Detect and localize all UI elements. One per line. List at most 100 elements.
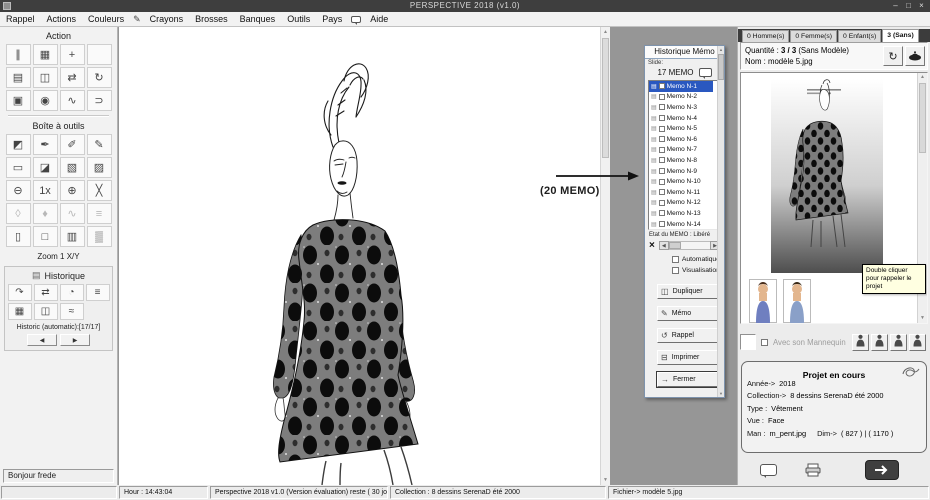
zoom-cancel-tool[interactable]: ╳ — [87, 180, 112, 201]
mannequin-front-button[interactable] — [852, 334, 869, 351]
memo-item-9[interactable]: ▤Memo N-9 — [649, 166, 713, 177]
menu-outils[interactable]: Outils — [281, 12, 316, 26]
pose-thumbnail-2[interactable] — [783, 279, 811, 323]
speech-bubble-icon[interactable] — [699, 68, 712, 77]
menu-banques[interactable]: Banques — [234, 12, 282, 26]
printer-icon[interactable] — [805, 463, 821, 477]
select-tool[interactable]: ◩ — [6, 134, 31, 155]
menu-aide[interactable]: Aide — [364, 12, 394, 26]
history-prev-button[interactable]: ◀ — [27, 334, 57, 346]
memo-item-checkbox[interactable] — [659, 157, 665, 163]
minimize-button[interactable]: – — [889, 0, 902, 12]
memo-item-13[interactable]: ▤Memo N-13 — [649, 208, 713, 219]
crop-tool[interactable]: ▣ — [6, 90, 31, 111]
memo-item-checkbox[interactable] — [659, 83, 665, 89]
marker-tool[interactable]: ▭ — [6, 157, 31, 178]
memo-item-8[interactable]: ▤Memo N-8 — [649, 155, 713, 166]
eraser-tool[interactable]: ◪ — [33, 157, 58, 178]
pen-tool[interactable]: ✐ — [60, 134, 85, 155]
memo-item-checkbox[interactable] — [659, 115, 665, 121]
pages-icon[interactable]: ◫ — [34, 303, 58, 320]
memo-item-checkbox[interactable] — [659, 210, 665, 216]
memo-item-checkbox[interactable] — [659, 104, 665, 110]
drawing-canvas[interactable]: ▲ ▼ — [119, 27, 610, 485]
option-visualisation[interactable]: Visualisation — [672, 267, 720, 274]
history-next-button[interactable]: ▶ — [60, 334, 90, 346]
mannequin-form-button[interactable] — [909, 334, 926, 351]
tab-3-sans[interactable]: 3 (Sans) — [882, 29, 918, 42]
checkbox-icon[interactable] — [672, 267, 679, 274]
mannequin-back-button[interactable] — [871, 334, 888, 351]
zoom-1x-tool[interactable]: 1x — [33, 180, 58, 201]
waves-icon[interactable]: ≈ — [60, 303, 84, 320]
memo-item-5[interactable]: ▤Memo N-5 — [649, 123, 713, 134]
pencil-tool[interactable]: ✎ — [87, 134, 112, 155]
scrollbar-thumb[interactable] — [919, 83, 926, 153]
wave-tool[interactable]: ∿ — [60, 203, 85, 224]
texture-tool[interactable]: ▨ — [87, 157, 112, 178]
memo-button[interactable]: ✎Mémo — [657, 306, 719, 321]
scroll-left-icon[interactable]: ◀ — [659, 241, 669, 250]
scrollbar-thumb[interactable] — [602, 38, 609, 158]
scrollbar-thumb[interactable] — [718, 54, 724, 80]
menu-pays[interactable]: Pays — [316, 12, 348, 26]
memo-horizontal-scrollbar[interactable]: ◀ ▶ — [659, 241, 720, 250]
speech-bubble-icon[interactable] — [760, 464, 777, 476]
empty-slot[interactable] — [87, 44, 112, 65]
exit-button[interactable] — [865, 460, 899, 480]
refresh-button[interactable]: ↻ — [883, 46, 903, 66]
view-icon[interactable]: ◔ — [60, 284, 84, 301]
hatch-tool[interactable]: ∥ — [6, 44, 31, 65]
lines-tool[interactable]: ≡ — [87, 203, 112, 224]
memo-item-14[interactable]: ▤Memo N-14 — [649, 219, 713, 230]
zoom-out-tool[interactable]: ⊖ — [6, 180, 31, 201]
shade-tool[interactable]: ▒ — [87, 226, 112, 247]
stamp-tool[interactable]: ▤ — [6, 67, 31, 88]
memo-item-10[interactable]: ▤Memo N-10 — [649, 176, 713, 187]
swap-icon[interactable]: ⇄ — [34, 284, 58, 301]
hook-tool[interactable]: ⊃ — [87, 90, 112, 111]
memo-item-checkbox[interactable] — [659, 168, 665, 174]
mirror-tool[interactable]: ⇄ — [60, 67, 85, 88]
memo-item-checkbox[interactable] — [659, 221, 665, 227]
fill-tool[interactable]: ▧ — [60, 157, 85, 178]
mannequin-bust-button[interactable] — [890, 334, 907, 351]
tab-0-enfant-s[interactable]: 0 Enfant(s) — [838, 30, 881, 42]
menu-crayons[interactable]: Crayons — [144, 12, 190, 26]
scrollbar-track[interactable] — [669, 241, 710, 250]
redo-icon[interactable]: ↷ — [8, 284, 32, 301]
canvas-vertical-scrollbar[interactable]: ▲ ▼ — [600, 27, 610, 485]
memo-item-checkbox[interactable] — [659, 136, 665, 142]
memo-item-2[interactable]: ▤Memo N-2 — [649, 92, 713, 103]
memo-item-checkbox[interactable] — [659, 189, 665, 195]
memo-item-12[interactable]: ▤Memo N-12 — [649, 198, 713, 209]
menu-brosses[interactable]: Brosses — [189, 12, 234, 26]
option-automatique[interactable]: Automatique — [672, 256, 720, 263]
zoom-in-tool[interactable]: ⊕ — [60, 180, 85, 201]
model-thumbnail[interactable] — [765, 77, 889, 277]
memo-item-checkbox[interactable] — [659, 126, 665, 132]
list-icon[interactable]: ≡ — [86, 284, 110, 301]
memo-list[interactable]: ▤Memo N-1▤Memo N-2▤Memo N-3▤Memo N-4▤Mem… — [648, 80, 721, 230]
recall-button[interactable]: ↺Rappel — [657, 328, 719, 343]
close-button[interactable]: × — [915, 0, 928, 12]
square-tool[interactable]: □ — [33, 226, 58, 247]
memo-item-11[interactable]: ▤Memo N-11 — [649, 187, 713, 198]
dropper-tool[interactable]: ♦ — [33, 203, 58, 224]
memo-item-4[interactable]: ▤Memo N-4 — [649, 113, 713, 124]
mannequin-checkbox[interactable] — [761, 339, 768, 346]
memo-item-checkbox[interactable] — [659, 147, 665, 153]
memo-list-scrollbar[interactable]: ▲ ▼ — [717, 46, 724, 397]
memo-item-checkbox[interactable] — [659, 94, 665, 100]
pose-thumbnail-1[interactable] — [749, 279, 777, 323]
grid-tool[interactable]: ▦ — [33, 44, 58, 65]
scroll-down-icon[interactable]: ▼ — [918, 314, 927, 323]
model-preview[interactable]: Double cliquer pour rappeler le projet — [740, 72, 928, 324]
scrollbar-thumb[interactable] — [669, 242, 681, 249]
grid-icon[interactable]: ▦ — [8, 303, 32, 320]
memo-item-7[interactable]: ▤Memo N-7 — [649, 145, 713, 156]
picker-tool[interactable]: ◊ — [6, 203, 31, 224]
memo-item-6[interactable]: ▤Memo N-6 — [649, 134, 713, 145]
tab-0-femme-s[interactable]: 0 Femme(s) — [790, 30, 837, 42]
duplicate-button[interactable]: ◫Dupliquer — [657, 284, 719, 299]
